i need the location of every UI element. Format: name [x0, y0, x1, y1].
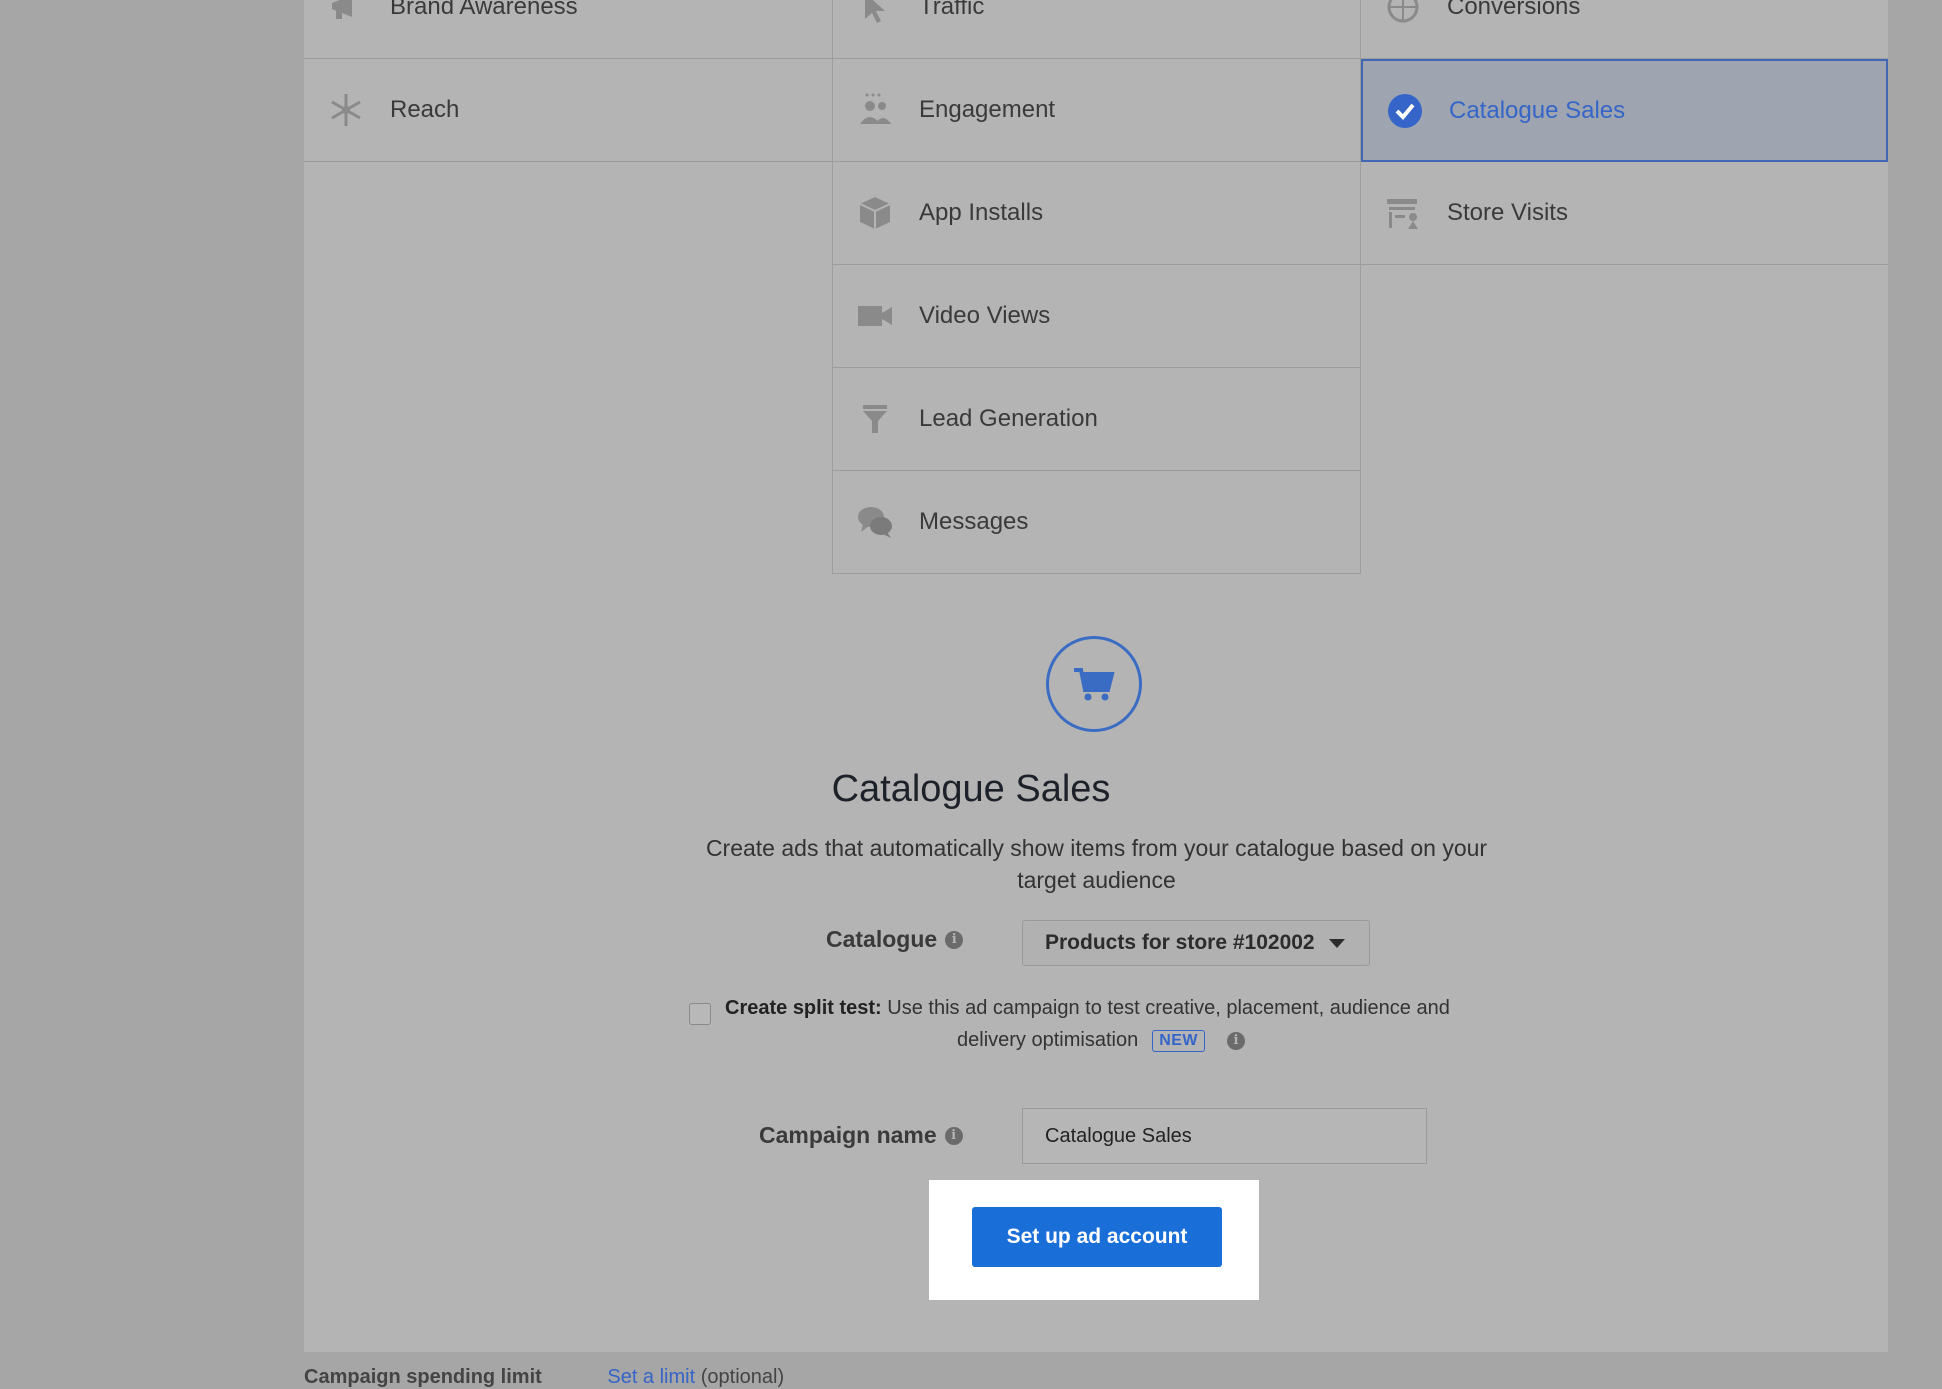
- objective-label: Video Views: [919, 302, 1051, 329]
- objective-brand-awareness[interactable]: Brand Awareness: [304, 0, 832, 59]
- spending-limit-row: Campaign spending limit Set a limit (opt…: [304, 1366, 784, 1389]
- catalogue-label-text: Catalogue: [826, 926, 938, 952]
- info-icon[interactable]: i: [945, 930, 964, 949]
- new-badge: NEW: [1152, 1029, 1206, 1052]
- split-test-text2: delivery optimisation: [957, 1029, 1139, 1051]
- check-circle-icon: [1383, 89, 1427, 133]
- objective-label: Store Visits: [1447, 199, 1568, 226]
- split-test-label-line2: delivery optimisation NEW i: [957, 1029, 1246, 1052]
- objective-app-installs[interactable]: App Installs: [832, 162, 1361, 265]
- set-up-ad-account-button[interactable]: Set up ad account: [972, 1207, 1222, 1267]
- people-icon: [853, 88, 897, 132]
- cursor-icon: [853, 0, 897, 29]
- split-test-bold: Create split test:: [725, 997, 882, 1019]
- set-limit-link[interactable]: Set a limit: [607, 1366, 695, 1388]
- globe-icon: [1381, 0, 1425, 29]
- objective-label: Traffic: [919, 0, 985, 20]
- objective-catalogue-sales[interactable]: Catalogue Sales: [1361, 59, 1888, 162]
- objective-reach[interactable]: Reach: [304, 59, 832, 162]
- catalogue-dropdown-value: Products for store #102002: [1045, 931, 1315, 954]
- objective-lead-generation[interactable]: Lead Generation: [832, 368, 1361, 471]
- megaphone-icon: [324, 0, 368, 29]
- catalogue-label: Catalogue i: [826, 926, 964, 953]
- objective-label: Lead Generation: [919, 405, 1098, 432]
- objective-label: Engagement: [919, 96, 1056, 123]
- campaign-name-label: Campaign name i: [759, 1122, 963, 1149]
- objective-video-views[interactable]: Video Views: [832, 265, 1361, 368]
- objective-label: App Installs: [919, 199, 1044, 226]
- reach-icon: [324, 88, 368, 132]
- objective-engagement[interactable]: Engagement: [832, 59, 1361, 162]
- objective-store-visits[interactable]: Store Visits: [1361, 162, 1888, 265]
- objective-label: Brand Awareness: [390, 0, 578, 20]
- store-icon: [1381, 191, 1425, 235]
- caret-down-icon: [1328, 938, 1345, 948]
- objective-label: Catalogue Sales: [1449, 96, 1626, 124]
- info-icon[interactable]: i: [944, 1126, 963, 1145]
- objective-messages[interactable]: Messages: [832, 471, 1361, 574]
- info-icon[interactable]: i: [1227, 1031, 1246, 1050]
- funnel-icon: [853, 397, 897, 441]
- objective-label: Conversions: [1447, 0, 1581, 20]
- campaign-name-label-text: Campaign name: [759, 1122, 937, 1148]
- spending-limit-label: Campaign spending limit: [304, 1366, 542, 1388]
- split-test-checkbox[interactable]: [689, 1003, 711, 1025]
- objective-label: Messages: [919, 508, 1029, 535]
- objective-description: Create ads that automatically show items…: [705, 835, 1488, 893]
- shopping-cart-icon: [1046, 636, 1142, 732]
- campaign-name-input[interactable]: Catalogue Sales: [1022, 1108, 1427, 1164]
- split-test-text: Use this ad campaign to test creative, p…: [887, 997, 1450, 1019]
- campaign-name-value: Catalogue Sales: [1045, 1124, 1192, 1147]
- optional-text: (optional): [700, 1366, 785, 1388]
- split-test-label: Create split test: Use this ad campaign …: [725, 997, 1450, 1020]
- objective-label: Reach: [390, 96, 460, 123]
- objective-title: Catalogue Sales: [831, 768, 1111, 810]
- video-camera-icon: [853, 294, 897, 338]
- objective-conversions[interactable]: Conversions: [1361, 0, 1888, 59]
- catalogue-dropdown[interactable]: Products for store #102002: [1022, 920, 1370, 966]
- objective-traffic[interactable]: Traffic: [832, 0, 1361, 59]
- box-icon: [853, 191, 897, 235]
- chat-bubbles-icon: [853, 500, 897, 544]
